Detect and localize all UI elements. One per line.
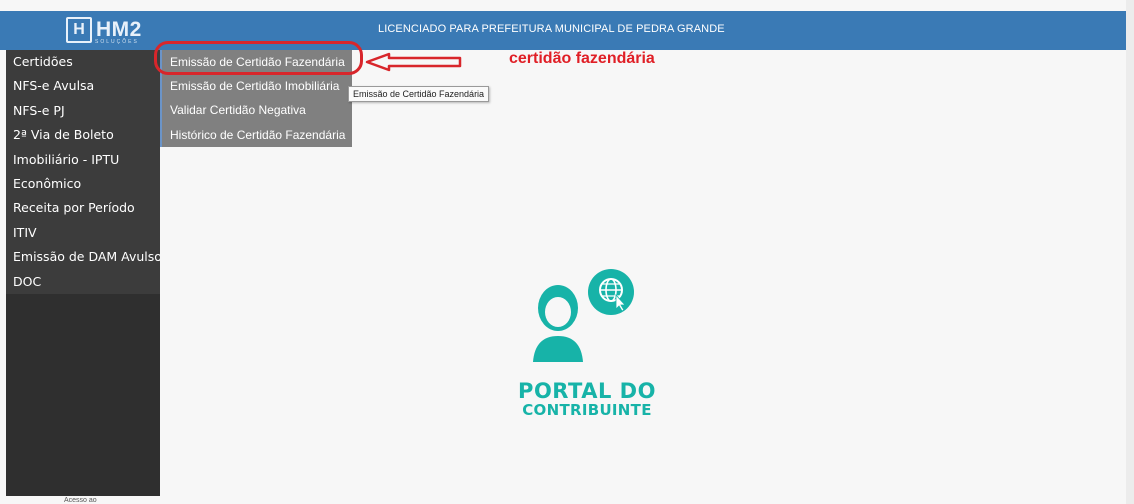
submenu-item-validar-certidao[interactable]: Validar Certidão Negativa <box>160 98 352 123</box>
submenu-item-emissao-certidao-imobiliaria[interactable]: Emissão de Certidão Imobiliária <box>160 74 352 99</box>
tooltip: Emissão de Certidão Fazendária <box>348 86 490 102</box>
sidebar-item-certidoes[interactable]: Certidões <box>6 50 160 75</box>
license-text: LICENCIADO PARA PREFEITURA MUNICIPAL DE … <box>378 23 725 35</box>
sidebar-item-economico[interactable]: Econômico <box>6 171 160 197</box>
sidebar-item-doc[interactable]: DOC <box>6 269 160 294</box>
highlight-oval-annotation <box>154 41 363 75</box>
sidebar-item-2via-boleto[interactable]: 2ª Via de Boleto <box>6 123 160 148</box>
logo-h-icon: H <box>66 17 92 43</box>
hm2-logo[interactable]: H HM2 SOLUÇÕES <box>66 15 142 45</box>
portal-person-globe-icon <box>533 269 634 362</box>
footer-note: Acesso ao <box>64 497 97 504</box>
arrow-left-icon <box>365 52 462 72</box>
sidebar-item-nfse-avulsa[interactable]: NFS-e Avulsa <box>6 74 160 99</box>
sidebar-item-nfse-pj[interactable]: NFS-e PJ <box>6 98 160 124</box>
sidebar-item-receita-periodo[interactable]: Receita por Período <box>6 196 160 221</box>
submenu-item-historico-certidao[interactable]: Histórico de Certidão Fazendária <box>160 122 352 147</box>
portal-title: PORTAL DO CONTRIBUINTE <box>507 380 667 418</box>
annotation-label: certidão fazendária <box>509 50 655 67</box>
portal-title-line1: PORTAL DO <box>518 379 656 403</box>
portal-title-line2: CONTRIBUINTE <box>522 401 652 419</box>
sidebar-item-emissao-dam[interactable]: Emissão de DAM Avulso <box>6 245 160 270</box>
sidebar-menu: Certidões NFS-e Avulsa NFS-e PJ 2ª Via d… <box>6 50 160 496</box>
sidebar-item-imobiliario-iptu[interactable]: Imobiliário - IPTU <box>6 147 160 172</box>
logo-subtitle: SOLUÇÕES <box>95 39 139 45</box>
sidebar-item-itiv[interactable]: ITIV <box>6 220 160 246</box>
window-right-edge <box>1126 0 1134 504</box>
